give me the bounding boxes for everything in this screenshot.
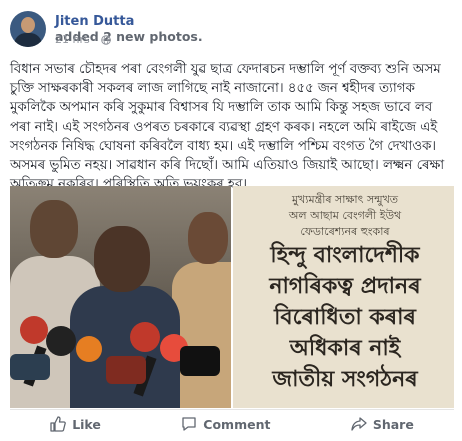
thumbs-up-icon bbox=[50, 416, 67, 432]
share-button[interactable]: Share bbox=[351, 416, 414, 432]
newspaper-line: অল আছাম বেংগলী ইউথ bbox=[288, 209, 402, 222]
microphone bbox=[76, 336, 102, 362]
share-icon bbox=[351, 417, 367, 431]
author-avatar[interactable] bbox=[10, 11, 46, 47]
newspaper-line: মুখ্যমন্ত্ৰীৰ সাক্ষাৎ সন্মুখত bbox=[291, 193, 399, 206]
author-name[interactable]: Jiten Dutta bbox=[55, 14, 134, 29]
share-label: Share bbox=[372, 416, 414, 432]
microphone bbox=[106, 356, 146, 384]
newspaper-headline: বিৰোধিতা কৰাৰ bbox=[274, 304, 416, 330]
meta-separator: · bbox=[93, 33, 98, 46]
comment-label: Comment bbox=[203, 416, 271, 432]
newspaper-headline: জাতীয় সংগঠনৰ bbox=[272, 366, 418, 392]
person-right-head bbox=[188, 212, 228, 264]
post-actions: Like Comment Share bbox=[10, 412, 454, 436]
newspaper-line: ফেডাৰেশ্যনৰ হুংকাৰ bbox=[300, 225, 390, 238]
newspaper-headline: অধিকাৰ নাই bbox=[289, 335, 401, 361]
person-left-head bbox=[30, 200, 78, 258]
person-center-head bbox=[94, 226, 150, 292]
microphone bbox=[46, 326, 76, 356]
action-divider bbox=[10, 409, 454, 410]
globe-icon[interactable] bbox=[101, 34, 112, 45]
newspaper-text: মুখ্যমন্ত্ৰীৰ সাক্ষাৎ সন্মুখত অল আছাম বে… bbox=[245, 192, 445, 395]
avatar-shirt bbox=[14, 33, 42, 47]
post-meta: 21 hrs · bbox=[55, 33, 112, 46]
microphone bbox=[10, 354, 50, 380]
photo-grid: মুখ্যমন্ত্ৰীৰ সাক্ষাৎ সন্মুখত অল আছাম বে… bbox=[10, 186, 454, 408]
newspaper-headline: নাগৰিকত্ব প্ৰদানৰ bbox=[269, 273, 421, 299]
comment-button[interactable]: Comment bbox=[181, 416, 270, 432]
microphone bbox=[20, 316, 48, 344]
post-body-text: বিধান সভাৰ চৌহদৰ পৰা বেংগলী যুৱ ছাত্ৰ ফে… bbox=[10, 62, 445, 193]
newspaper-headline: হিন্দু বাংলাদেশীক bbox=[270, 242, 420, 268]
avatar-face bbox=[21, 17, 35, 33]
like-label: Like bbox=[72, 416, 101, 432]
facebook-post-card: Jiten Dutta added 2 new photos. 21 hrs ·… bbox=[0, 0, 462, 441]
comment-icon bbox=[182, 417, 196, 431]
like-button[interactable]: Like bbox=[50, 416, 101, 432]
microphone bbox=[130, 322, 160, 352]
photo-newspaper-clipping[interactable]: মুখ্যমন্ত্ৰীৰ সাক্ষাৎ সন্মুখত অল আছাম বে… bbox=[233, 186, 454, 408]
post-timestamp[interactable]: 21 hrs bbox=[55, 33, 90, 46]
microphone bbox=[180, 346, 220, 376]
photo-press-conference[interactable] bbox=[10, 186, 231, 408]
